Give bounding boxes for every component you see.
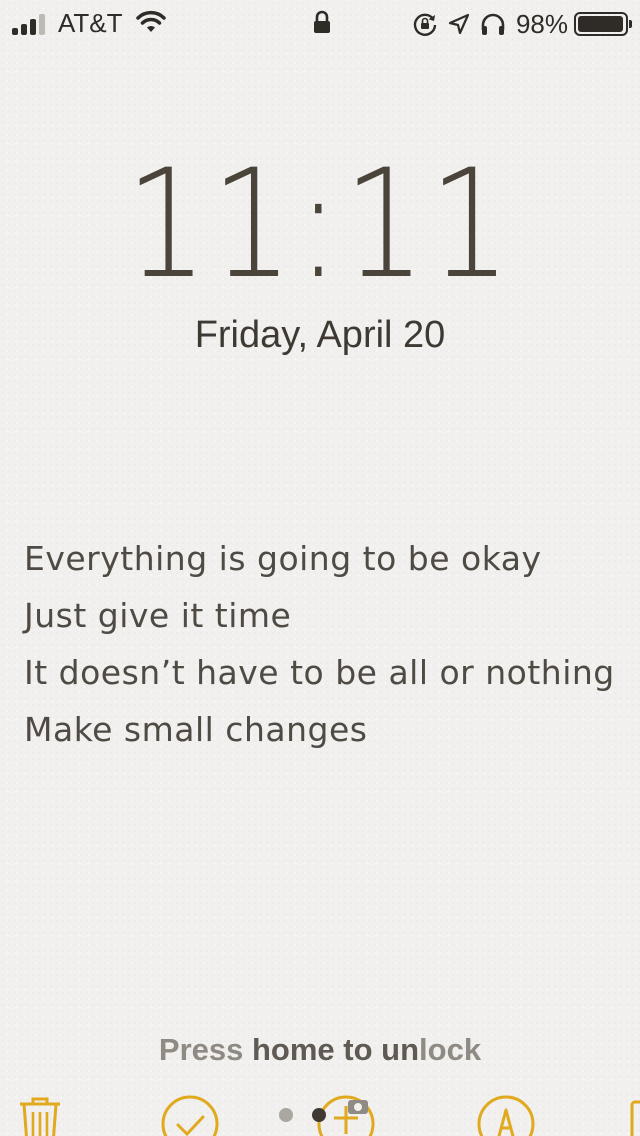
quote-line: Just give it time (24, 596, 292, 635)
location-icon (448, 13, 470, 35)
wallpaper-quote: Everything is going to be okay Just give… (24, 530, 636, 758)
unlock-hint: Press home to unlock (0, 1032, 640, 1068)
lock-screen-date: Friday, April 20 (194, 314, 446, 356)
page-dot[interactable] (279, 1108, 293, 1122)
unlock-hint-prefix: Press (158, 1032, 252, 1067)
battery-percent: 98% (515, 8, 568, 39)
page-dot-active[interactable] (312, 1108, 326, 1122)
lock-icon (313, 10, 331, 41)
battery-fill (578, 16, 624, 32)
unlock-hint-bold: home to un (252, 1032, 420, 1067)
page-indicator (0, 1108, 640, 1124)
signal-icon (12, 13, 48, 35)
headphones-icon (480, 12, 506, 36)
quote-line: Make small changes (24, 710, 368, 749)
lock-screen-time: 11:11 (125, 138, 515, 312)
carrier-name: AT&T (58, 8, 123, 38)
wifi-icon (136, 10, 166, 41)
unlock-hint-suffix: lock (419, 1032, 482, 1067)
quote-line: It doesn’t have to be all or nothing (24, 653, 615, 692)
quote-line: Everything is going to be okay (24, 539, 542, 578)
rotation-lock-icon (412, 11, 438, 37)
battery-icon (574, 12, 632, 36)
status-bar: AT&T 98% (0, 0, 640, 48)
